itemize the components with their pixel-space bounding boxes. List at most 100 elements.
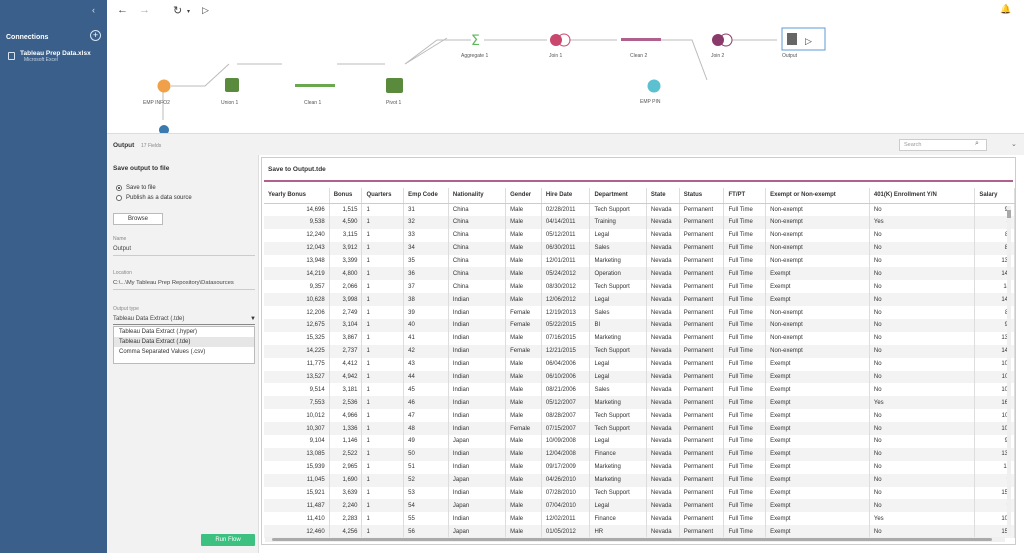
connections-sidebar: ‹ Connections + Tableau Prep Data.xlsx M…: [0, 0, 107, 553]
table-row[interactable]: 14,225 2,737 1 42 Indian Female 12/21/2015 Tech…: [264, 344, 1015, 358]
clean-1-node[interactable]: [295, 84, 335, 87]
table-row[interactable]: 11,775 4,412 1 43 Indian Male 06/04/2006 Legal N…: [264, 357, 1015, 371]
table-cell: 1: [361, 486, 405, 500]
column-header[interactable]: Hire Date: [541, 188, 591, 204]
table-cell: 1: [361, 331, 405, 345]
aggregate-1-node[interactable]: Σ: [471, 33, 480, 49]
column-header[interactable]: Gender: [505, 188, 542, 204]
table-row[interactable]: 15,921 3,639 1 53 Indian Male 07/28/2010 Tech S…: [264, 486, 1015, 500]
table-row[interactable]: 12,206 2,749 1 39 Indian Female 12/19/2013 Sale…: [264, 306, 1015, 320]
table-row[interactable]: 12,043 3,912 1 34 China Male 06/30/2011 Sales Ne…: [264, 241, 1015, 255]
table-row[interactable]: 12,240 3,115 1 33 China Male 05/12/2011 Legal Ne…: [264, 228, 1015, 242]
search-input[interactable]: Search: [899, 139, 987, 151]
output-node[interactable]: [787, 33, 797, 45]
table-cell: 1: [361, 241, 405, 255]
flow-canvas[interactable]: Σ ▷ EMP INFO2 Union 1 Clean 1 Pivot 1 Ag…: [107, 20, 1024, 133]
table-row[interactable]: 7,553 2,536 1 46 Indian Male 05/12/2007 Marketi…: [264, 396, 1015, 410]
table-cell: Male: [505, 228, 542, 242]
table-row[interactable]: 11,487 2,240 1 54 Japan Male 07/04/2010 Legal Ne…: [264, 499, 1015, 513]
table-cell: 1: [361, 267, 405, 281]
table-cell: No: [869, 357, 976, 371]
table-row[interactable]: 10,307 1,336 1 48 Indian Female 07/15/2007 Tech…: [264, 422, 1015, 436]
table-cell: Legal: [589, 370, 647, 384]
table-row[interactable]: 13,527 4,942 1 44 Indian Male 06/10/2006 Legal N…: [264, 370, 1015, 384]
run-flow-button[interactable]: Run Flow: [201, 534, 255, 546]
alert-bell-icon[interactable]: 🔔: [1000, 4, 1011, 15]
table-row[interactable]: 9,514 3,181 1 45 Indian Male 08/21/2006 Sales Ne…: [264, 383, 1015, 397]
column-header[interactable]: Nationality: [448, 188, 507, 204]
table-cell: Full Time: [723, 306, 767, 320]
dropdown-caret-icon[interactable]: ▼: [250, 316, 256, 322]
location-label: Location: [113, 270, 132, 276]
location-field[interactable]: C:\...\My Tableau Prep Repository\Dataso…: [113, 280, 234, 286]
table-row[interactable]: 12,675 3,104 1 40 Indian Female 05/22/2015 BI Ne…: [264, 319, 1015, 332]
collapse-panel-icon[interactable]: ⌄: [1011, 140, 1017, 148]
table-row[interactable]: 14,219 4,800 1 36 China Male 05/24/2012 Operati…: [264, 267, 1015, 281]
column-header[interactable]: Department: [589, 188, 647, 204]
back-icon[interactable]: ←: [117, 4, 128, 16]
column-header[interactable]: Bonus: [329, 188, 363, 204]
table-row[interactable]: 10,628 3,998 1 38 Indian Male 12/06/2012 Legal N…: [264, 293, 1015, 307]
refresh-dropdown-icon[interactable]: ▾: [187, 8, 190, 15]
table-row[interactable]: 13,948 3,399 1 35 China Male 12/01/2011 Marketi…: [264, 254, 1015, 268]
option-csv[interactable]: Comma Separated Values (.csv): [114, 347, 254, 357]
table-row[interactable]: 9,357 2,066 1 37 China Male 08/30/2012 Tech Sup…: [264, 280, 1015, 294]
table-cell: Indian: [448, 422, 507, 436]
divider: [113, 289, 255, 290]
table-cell: 40: [403, 319, 449, 332]
output-type-select[interactable]: Tableau Data Extract (.tde): [113, 316, 184, 322]
table-row[interactable]: 13,085 2,522 1 50 Indian Male 12/04/2008 Financ…: [264, 447, 1015, 461]
table-row[interactable]: 14,696 1,515 1 31 China Male 02/28/2011 Tech Su…: [264, 203, 1015, 216]
column-header[interactable]: 401(K) Enrollment Y/N: [869, 188, 976, 204]
union-1-node[interactable]: [225, 78, 239, 92]
option-hyper[interactable]: Tableau Data Extract (.hyper): [114, 327, 254, 337]
table-cell: No: [869, 486, 976, 500]
extra-input-node[interactable]: [159, 125, 169, 133]
table-row[interactable]: 15,325 3,867 1 41 Indian Male 07/16/2015 Market…: [264, 331, 1015, 345]
table-cell: BI: [589, 319, 647, 332]
name-field[interactable]: Output: [113, 246, 131, 252]
browse-button[interactable]: Browse: [113, 213, 163, 225]
connection-file-name[interactable]: Tableau Prep Data.xlsx: [20, 50, 91, 57]
option-tde[interactable]: Tableau Data Extract (.tde): [114, 337, 254, 347]
emp-info2-node[interactable]: [157, 79, 171, 93]
run-icon[interactable]: ▷: [202, 5, 209, 16]
settings-heading: Save output to file: [113, 165, 170, 172]
table-row[interactable]: 9,538 4,590 1 32 China Male 04/14/2011 Training…: [264, 215, 1015, 229]
table-row[interactable]: 11,045 1,690 1 52 Japan Male 04/26/2010 Marketi…: [264, 473, 1015, 487]
column-header[interactable]: Yearly Bonus: [264, 188, 330, 204]
save-to-file-label[interactable]: Save to file: [126, 185, 156, 191]
column-header[interactable]: State: [646, 188, 680, 204]
table-cell: Exempt: [765, 422, 870, 436]
table-cell: 47: [403, 409, 449, 423]
save-to-file-radio[interactable]: [116, 185, 122, 191]
table-row[interactable]: 9,104 1,146 1 49 Japan Male 10/09/2008 Legal Nev…: [264, 435, 1015, 448]
column-header[interactable]: FT/PT: [723, 188, 767, 204]
pivot-1-node[interactable]: [386, 78, 403, 93]
column-header[interactable]: Quarters: [361, 188, 405, 204]
horizontal-scroll-thumb[interactable]: [272, 538, 992, 541]
table-row[interactable]: 15,939 2,965 1 51 Indian Male 09/17/2009 Market…: [264, 460, 1015, 474]
table-cell: Non-exempt: [765, 331, 870, 345]
table-row[interactable]: 10,012 4,966 1 47 Indian Male 08/28/2007 Tech S…: [264, 409, 1015, 423]
column-header[interactable]: Salary: [974, 188, 1015, 204]
column-header[interactable]: Exempt or Non-exempt: [765, 188, 870, 204]
vertical-scrollbar[interactable]: [1007, 206, 1011, 536]
emp-pin-node[interactable]: [647, 79, 661, 93]
output-run-icon[interactable]: ▷: [805, 37, 812, 47]
table-cell: Tech Support: [589, 409, 647, 423]
clean-2-node[interactable]: [621, 38, 661, 41]
table-cell: 1: [361, 280, 405, 294]
column-header[interactable]: Emp Code: [403, 188, 449, 204]
add-connection-icon[interactable]: +: [90, 30, 101, 41]
forward-icon[interactable]: →: [139, 4, 150, 16]
publish-label[interactable]: Publish as a data source: [126, 195, 192, 201]
column-header[interactable]: Status: [679, 188, 725, 204]
refresh-icon[interactable]: ↻: [173, 4, 182, 17]
table-row[interactable]: 11,410 2,283 1 55 Indian Male 12/02/2011 Financ…: [264, 512, 1015, 526]
collapse-sidebar-icon[interactable]: ‹: [92, 5, 95, 15]
table-cell: Full Time: [723, 370, 767, 384]
publish-radio[interactable]: [116, 195, 122, 201]
search-icon[interactable]: ⌕: [975, 140, 979, 148]
vertical-scroll-thumb[interactable]: [1007, 210, 1011, 218]
